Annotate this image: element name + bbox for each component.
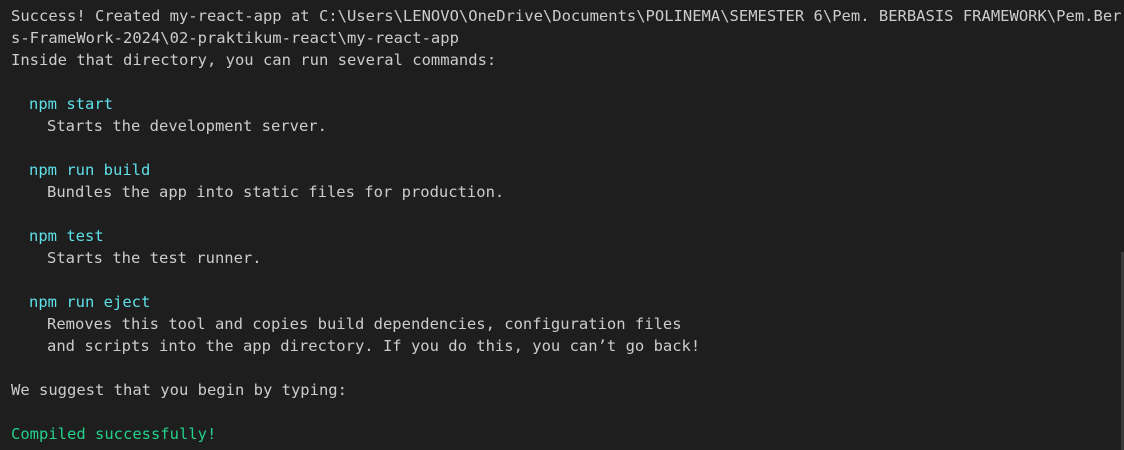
created-message-line-2: s-FrameWork-2024\02-praktikum-react\my-r… — [11, 29, 459, 47]
command-description: Starts the test runner. — [47, 249, 262, 267]
command-description: and scripts into the app directory. If y… — [47, 337, 701, 355]
created-message-line-1: Success! Created my-react-app at C:\User… — [11, 7, 1121, 25]
command-npm-test: npm test — [29, 227, 104, 245]
command-description: Starts the development server. — [47, 117, 327, 135]
compiled-success-line: Compiled successfully! — [11, 425, 217, 443]
inside-directory-line: Inside that directory, you can run sever… — [11, 51, 497, 69]
command-npm-run-build: npm run build — [29, 161, 151, 179]
command-description: Bundles the app into static files for pr… — [47, 183, 505, 201]
terminal-output: Success! Created my-react-app at C:\User… — [11, 5, 1121, 445]
command-npm-run-eject: npm run eject — [29, 293, 151, 311]
suggest-line: We suggest that you begin by typing: — [11, 381, 347, 399]
command-description: Removes this tool and copies build depen… — [47, 315, 682, 333]
command-npm-start: npm start — [29, 95, 113, 113]
